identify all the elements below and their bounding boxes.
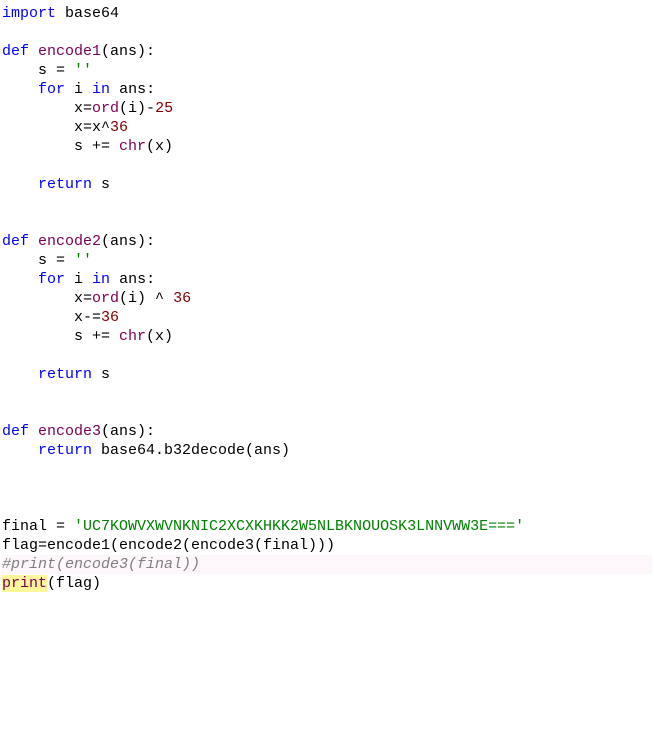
line-fn2-s: s = ''	[38, 252, 92, 269]
line-fn2-return: return s	[38, 366, 110, 383]
line-print: print(flag)	[2, 574, 101, 593]
line-def-encode1: def encode1(ans):	[2, 43, 155, 60]
line-final: final = 'UC7KOWVXWVNKNIC2XCXKHKK2W5NLBKN…	[2, 518, 524, 535]
line-flag: flag=encode1(encode2(encode3(final)))	[2, 537, 335, 554]
line-fn1-s: s = ''	[38, 62, 92, 79]
line-import: import base64	[2, 5, 119, 22]
line-fn1-chr: s += chr(x)	[74, 138, 173, 155]
code-block: import base64 def encode1(ans): s = '' f…	[0, 0, 654, 597]
line-fn2-ord: x=ord(i) ^ 36	[74, 290, 191, 307]
line-fn2-for: for i in ans:	[38, 271, 155, 288]
line-fn1-for: for i in ans:	[38, 81, 155, 98]
line-fn1-xor: x=x^36	[74, 119, 128, 136]
line-fn2-chr: s += chr(x)	[74, 328, 173, 345]
line-fn1-return: return s	[38, 176, 110, 193]
line-fn3-return: return base64.b32decode(ans)	[38, 442, 290, 459]
line-comment: #print(encode3(final))	[2, 555, 652, 574]
line-def-encode3: def encode3(ans):	[2, 423, 155, 440]
line-fn1-ord: x=ord(i)-25	[74, 100, 173, 117]
line-def-encode2: def encode2(ans):	[2, 233, 155, 250]
line-fn2-sub: x-=36	[74, 309, 119, 326]
